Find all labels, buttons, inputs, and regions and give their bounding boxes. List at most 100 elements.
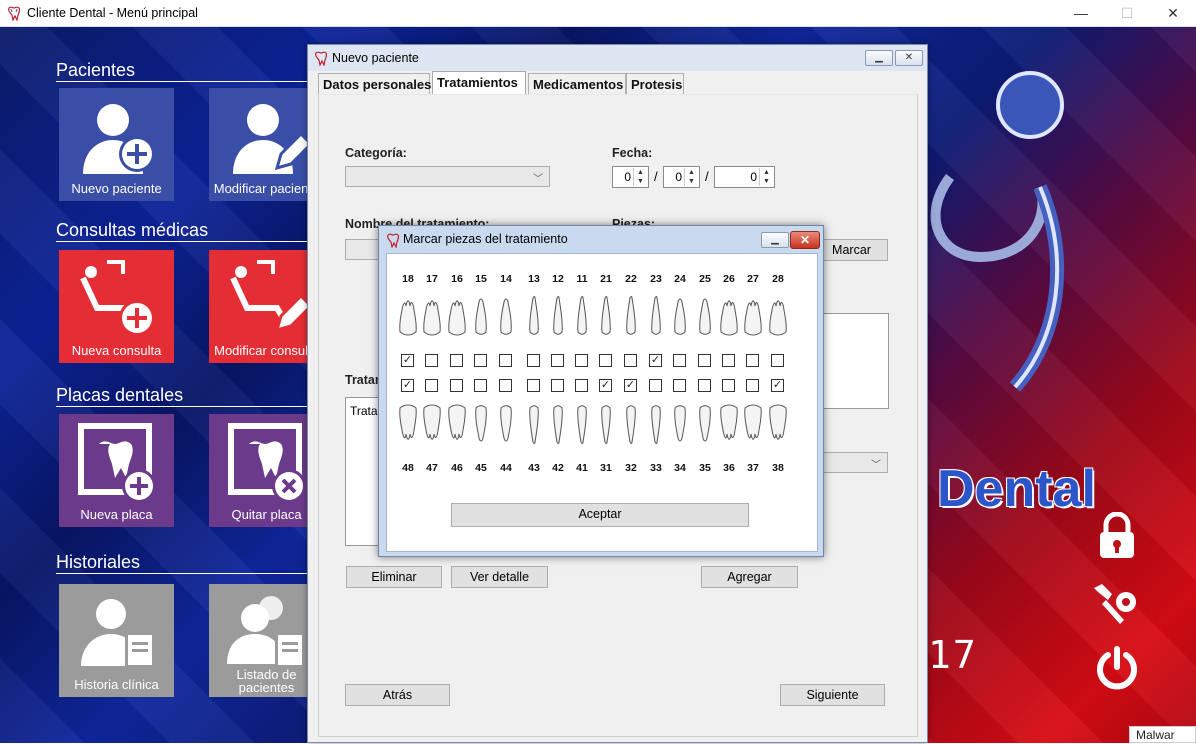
tooth-checkbox-lower[interactable] xyxy=(425,379,438,392)
tooth-checkbox-upper[interactable] xyxy=(698,354,711,367)
tooth-checkbox-upper[interactable]: ✓ xyxy=(649,354,662,367)
tooth-lower-icon xyxy=(645,402,667,451)
tooth-checkbox-upper[interactable] xyxy=(499,354,512,367)
dialog-title: Nuevo paciente xyxy=(332,51,419,65)
close-button[interactable]: ✕ xyxy=(1150,0,1196,27)
section-pacientes-title: Pacientes xyxy=(56,60,136,80)
marcar-button[interactable]: Marcar xyxy=(815,239,888,261)
tile-nueva-placa[interactable]: Nueva placa xyxy=(59,414,174,527)
tooth-upper-icon xyxy=(718,294,740,343)
tooth-checkbox-upper[interactable] xyxy=(450,354,463,367)
tooth-checkbox-lower[interactable] xyxy=(551,379,564,392)
tooth-checkbox-upper[interactable] xyxy=(673,354,686,367)
tooth-checkbox-lower[interactable] xyxy=(450,379,463,392)
agregar-button[interactable]: Agregar xyxy=(701,566,798,588)
tooth-number: 13 xyxy=(528,273,540,285)
lock-icon[interactable] xyxy=(1096,512,1138,560)
tooth-checkbox-upper[interactable] xyxy=(746,354,759,367)
tooth-upper-icon xyxy=(421,294,443,343)
tab-datos-personales[interactable]: Datos personales xyxy=(318,73,431,95)
main-titlebar: Cliente Dental - Menú principal — ☐ ✕ xyxy=(0,0,1196,27)
teeth-selection-area: Aceptar 18 ✓ ✓ 48 17 47 16 46 15 45 14 44 13 43 12 42 11… xyxy=(386,253,818,552)
teeth-dialog-minimize-button[interactable]: ▁ xyxy=(761,232,789,248)
tooth-checkbox-lower[interactable]: ✓ xyxy=(401,379,414,392)
clinical-history-icon xyxy=(81,599,155,668)
tooth-lower-icon xyxy=(767,402,789,451)
ver-detalle-button[interactable]: Ver detalle xyxy=(451,566,548,588)
year-spinner[interactable]: 0 ▲ ▼ xyxy=(714,166,775,188)
tooth-checkbox-upper[interactable] xyxy=(599,354,612,367)
tooth-lower-icon xyxy=(446,402,468,451)
tooth-checkbox-lower[interactable]: ✓ xyxy=(624,379,637,392)
tab-protesis[interactable]: Protesis xyxy=(626,73,684,95)
tab-medicamentos[interactable]: Medicamentos xyxy=(528,73,626,95)
maximize-button[interactable]: ☐ xyxy=(1104,0,1150,27)
tooth-checkbox-upper[interactable] xyxy=(624,354,637,367)
month-spinner[interactable]: 0 ▲ ▼ xyxy=(663,166,700,188)
tooth-number: 43 xyxy=(528,462,540,474)
tooth-number: 35 xyxy=(699,462,711,474)
tooth-checkbox-lower[interactable] xyxy=(499,379,512,392)
minimize-button[interactable]: — xyxy=(1058,0,1104,27)
siguiente-button[interactable]: Siguiente xyxy=(780,684,885,706)
dialog-minimize-button[interactable]: ▁ xyxy=(865,50,893,66)
section-divider xyxy=(56,406,316,407)
categoria-select[interactable]: ﹀ xyxy=(345,166,550,187)
malwarebytes-tray[interactable]: Malwar xyxy=(1129,726,1196,743)
tooth-checkbox-upper[interactable] xyxy=(551,354,564,367)
app-tooth-icon xyxy=(8,6,21,21)
tooth-checkbox-lower[interactable] xyxy=(722,379,735,392)
tooth-number: 36 xyxy=(723,462,735,474)
secondary-select[interactable]: ﹀ xyxy=(815,452,888,473)
spinner-arrows-icon[interactable]: ▲ ▼ xyxy=(759,168,773,186)
tooth-checkbox-upper[interactable] xyxy=(771,354,784,367)
tooth-number: 41 xyxy=(576,462,588,474)
tooth-checkbox-upper[interactable] xyxy=(527,354,540,367)
tile-historia-clinica[interactable]: Historia clínica xyxy=(59,584,174,697)
tooth-lower-icon xyxy=(595,402,617,451)
xray-add-icon xyxy=(78,423,156,502)
dental-logo-graphic xyxy=(930,71,1065,392)
tooth-checkbox-upper[interactable] xyxy=(425,354,438,367)
tooth-checkbox-upper[interactable] xyxy=(474,354,487,367)
day-spinner[interactable]: 0 ▲ ▼ xyxy=(612,166,649,188)
date-separator: / xyxy=(705,169,709,184)
tooth-lower-icon xyxy=(397,402,419,451)
tile-label: Nueva placa xyxy=(80,507,153,522)
tooth-checkbox-lower[interactable] xyxy=(698,379,711,392)
tile-nueva-consulta[interactable]: Nueva consulta xyxy=(59,250,174,363)
tooth-checkbox-lower[interactable] xyxy=(746,379,759,392)
tooth-checkbox-lower[interactable] xyxy=(575,379,588,392)
tooth-lower-icon xyxy=(547,402,569,451)
dialog-close-button[interactable]: ✕ xyxy=(895,50,923,66)
tooth-number: 21 xyxy=(600,273,612,285)
tooth-lower-icon xyxy=(669,402,691,451)
app-tooth-icon xyxy=(315,51,328,66)
window-title: Cliente Dental - Menú principal xyxy=(27,6,198,20)
tooth-checkbox-lower[interactable] xyxy=(527,379,540,392)
teeth-dialog-close-button[interactable]: ✕ xyxy=(790,231,820,249)
tooth-checkbox-lower[interactable] xyxy=(474,379,487,392)
tooth-checkbox-upper[interactable] xyxy=(575,354,588,367)
tooth-upper-icon xyxy=(397,294,419,343)
spinner-arrows-icon[interactable]: ▲ ▼ xyxy=(684,168,698,186)
tile-nuevo-paciente[interactable]: Nuevo paciente xyxy=(59,88,174,201)
settings-tools-icon[interactable] xyxy=(1090,580,1142,626)
power-icon[interactable] xyxy=(1094,645,1140,691)
tooth-checkbox-lower[interactable]: ✓ xyxy=(771,379,784,392)
tooth-checkbox-lower[interactable] xyxy=(649,379,662,392)
tooth-checkbox-upper[interactable] xyxy=(722,354,735,367)
tab-tratamientos[interactable]: Tratamientos xyxy=(432,71,526,96)
atras-button[interactable]: Atrás xyxy=(345,684,450,706)
tooth-checkbox-lower[interactable]: ✓ xyxy=(599,379,612,392)
tooth-number: 33 xyxy=(650,462,662,474)
edit-user-icon xyxy=(233,104,307,174)
tooth-checkbox-lower[interactable] xyxy=(673,379,686,392)
spinner-arrows-icon[interactable]: ▲ ▼ xyxy=(633,168,647,186)
tooth-number: 28 xyxy=(772,273,784,285)
piezas-textarea[interactable] xyxy=(815,313,889,409)
aceptar-button[interactable]: Aceptar xyxy=(451,503,749,527)
tooth-checkbox-upper[interactable]: ✓ xyxy=(401,354,414,367)
eliminar-button[interactable]: Eliminar xyxy=(346,566,442,588)
add-user-icon xyxy=(83,104,155,174)
